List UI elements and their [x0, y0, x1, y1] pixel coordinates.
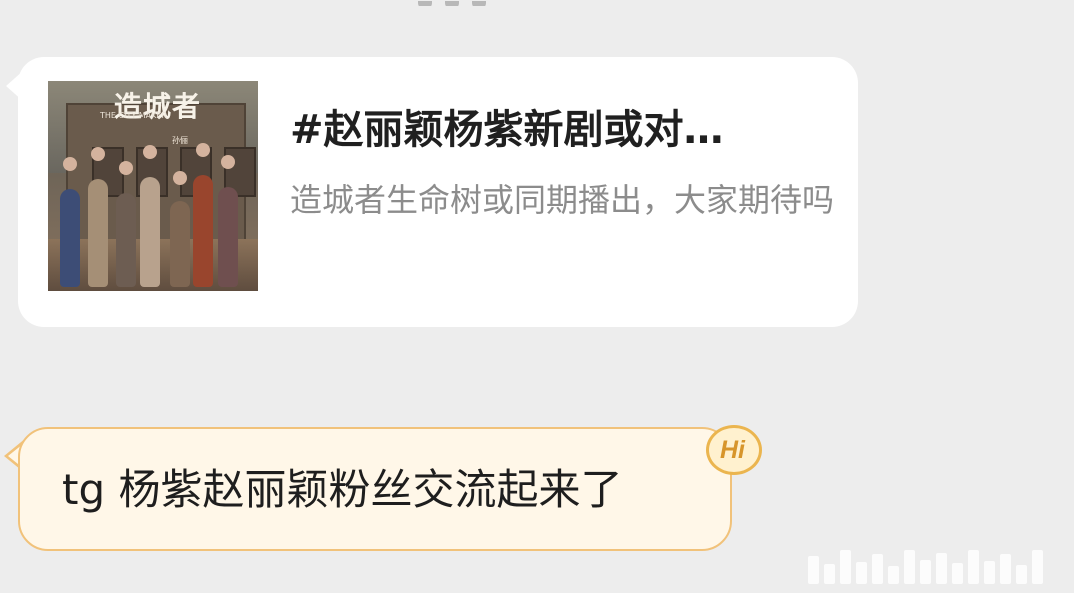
thumbnail-head — [221, 155, 235, 169]
thumbnail-person — [116, 193, 136, 287]
watermark-mark — [840, 550, 851, 584]
thumbnail-head — [119, 161, 133, 175]
watermark-mark — [808, 556, 819, 584]
thumbnail-person — [88, 179, 108, 287]
watermark-mark — [904, 550, 915, 584]
card-title[interactable]: #赵丽颖杨紫新剧或对… — [290, 106, 818, 154]
watermark-mark — [872, 554, 883, 584]
thumbnail-head — [143, 145, 157, 159]
watermark-mark — [824, 564, 835, 584]
watermark-mark — [920, 560, 931, 584]
thumbnail-person — [60, 189, 80, 287]
watermark-mark — [856, 562, 867, 584]
watermark-mark — [1016, 565, 1027, 584]
thumbnail-person — [140, 177, 160, 287]
card-description: 造城者生命树或同期播出，大家期待吗 — [290, 181, 835, 219]
watermark-mark — [984, 561, 995, 584]
message-text: tg 杨紫赵丽颖粉丝交流起来了 — [62, 465, 623, 514]
top-fragment-mark — [445, 1, 460, 6]
thumbnail-person — [218, 187, 238, 287]
top-fragment — [418, 0, 498, 6]
thumbnail-person — [170, 201, 190, 287]
poster-credit: 孙俪 — [172, 136, 188, 145]
poster-subtitle: THE CITY MAKER — [100, 111, 167, 120]
watermark-mark — [936, 553, 947, 584]
watermark — [808, 548, 1058, 584]
watermark-mark — [952, 563, 963, 584]
thumbnail-head — [63, 157, 77, 171]
thumbnail-head — [196, 143, 210, 157]
card-thumbnail[interactable]: 造城者 THE CITY MAKER 孙俪 — [48, 81, 258, 291]
watermark-mark — [888, 566, 899, 584]
thumbnail-head — [91, 147, 105, 161]
thumbnail-head — [173, 171, 187, 185]
hi-badge-label: Hi — [720, 436, 745, 464]
watermark-mark — [1000, 554, 1011, 584]
top-fragment-mark — [472, 1, 487, 6]
watermark-mark — [1032, 550, 1043, 584]
top-fragment-mark — [418, 1, 432, 6]
watermark-mark — [968, 550, 979, 584]
thumbnail-person — [193, 175, 213, 287]
hi-badge: Hi — [706, 425, 762, 475]
